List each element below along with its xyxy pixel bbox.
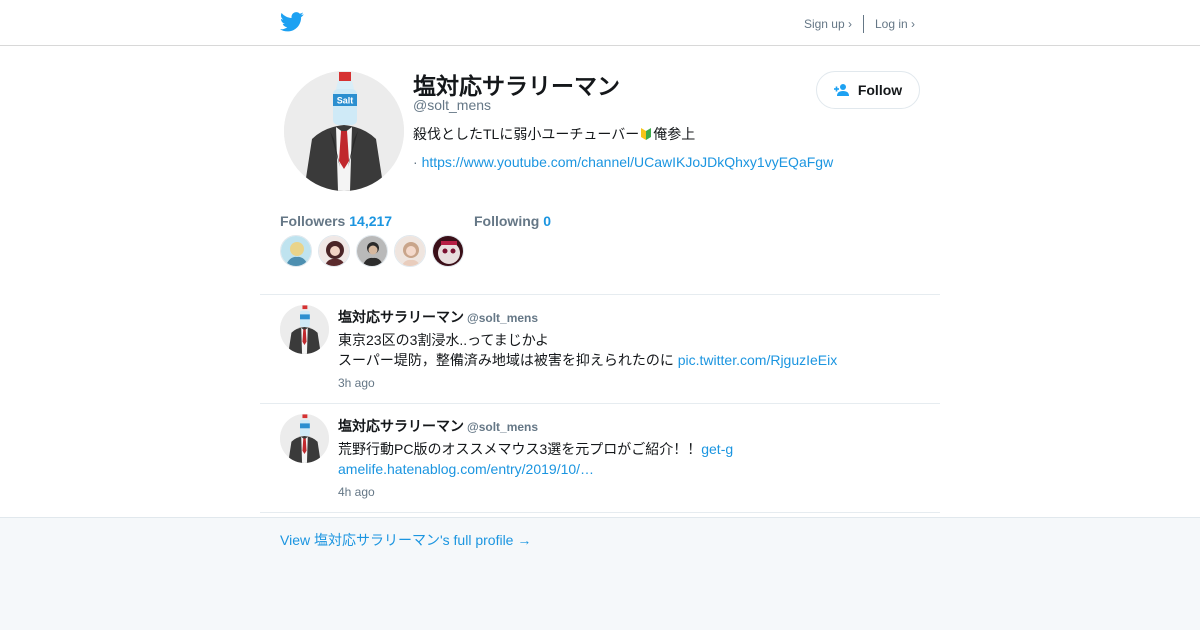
- url-bullet: ·: [413, 154, 418, 170]
- tweet-author-handle: @solt_mens: [467, 420, 539, 434]
- tweet-avatar[interactable]: [280, 305, 329, 354]
- top-bar: Sign up › Log in ›: [0, 0, 1200, 46]
- follower-avatars: [280, 235, 464, 267]
- follow-button[interactable]: Follow: [816, 71, 920, 109]
- auth-links: Sign up › Log in ›: [804, 15, 915, 33]
- followers-count: 14,217: [349, 213, 393, 229]
- tweet-text: 東京23区の3割浸水..ってまじかよ スーパー堤防，整備済み地域は被害を抑えられ…: [338, 330, 858, 370]
- profile-url-link[interactable]: https://www.youtube.com/channel/UCawIKJo…: [422, 154, 834, 170]
- tweet-text-line: スーパー堤防，整備済み地域は被害を抑えられたのに: [338, 352, 678, 368]
- view-full-profile-link[interactable]: View 塩対応サラリーマン's full profile →: [280, 530, 531, 550]
- bio-text-end: 俺参上: [653, 126, 696, 142]
- following-stat[interactable]: Following 0: [474, 213, 551, 229]
- tweet-timestamp[interactable]: 3h ago: [338, 376, 375, 390]
- profile-url-row: · https://www.youtube.com/channel/UCawIK…: [413, 154, 833, 170]
- following-count: 0: [543, 213, 552, 229]
- follower-avatar[interactable]: [356, 235, 388, 267]
- footer: View 塩対応サラリーマン's full profile →: [0, 517, 1200, 630]
- profile-handle: @solt_mens: [413, 97, 492, 113]
- profile-bio: 殺伐としたTLに弱小ユーチューバー 俺参上: [413, 124, 695, 144]
- tweet-text: 荒野行動PC版のオススメマウス3選を元プロがご紹介！！get-gamelife.…: [338, 439, 738, 479]
- follower-avatar[interactable]: [318, 235, 350, 267]
- tweet-author[interactable]: 塩対応サラリーマン @solt_mens: [338, 307, 538, 327]
- follower-avatar[interactable]: [432, 235, 464, 267]
- login-link[interactable]: Log in ›: [875, 17, 915, 31]
- tweet-author-name: 塩対応サラリーマン: [338, 309, 464, 325]
- profile-name: 塩対応サラリーマン: [413, 73, 620, 99]
- followers-label: Followers: [280, 213, 346, 229]
- tweet-author[interactable]: 塩対応サラリーマン @solt_mens: [338, 416, 538, 436]
- tweet-text-line: 東京23区の3割浸水..ってまじかよ: [338, 332, 550, 348]
- tweet-avatar[interactable]: [280, 414, 329, 463]
- add-user-icon: [833, 84, 849, 96]
- tweet-author-handle: @solt_mens: [467, 311, 539, 325]
- tweet-media-link[interactable]: pic.twitter.com/RjguzIeEix: [678, 352, 838, 368]
- tweet-item[interactable]: 塩対応サラリーマン @solt_mens 荒野行動PC版のオススメマウス3選を元プ…: [260, 404, 940, 513]
- bottle-label: Salt: [337, 96, 354, 106]
- twitter-bird-icon[interactable]: [280, 11, 304, 33]
- tweet-list: 塩対応サラリーマン @solt_mens 東京23区の3割浸水..ってまじかよ ス…: [260, 294, 940, 513]
- signup-link[interactable]: Sign up ›: [804, 17, 852, 31]
- followers-stat[interactable]: Followers 14,217: [280, 213, 392, 229]
- profile-avatar[interactable]: Salt: [284, 71, 404, 191]
- tweet-text-line: 荒野行動PC版のオススメマウス3選を元プロがご紹介！！: [338, 441, 702, 457]
- beginner-mark-icon: [641, 128, 652, 140]
- tweet-author-name: 塩対応サラリーマン: [338, 418, 464, 434]
- profile-section: Salt 塩対応サラリーマン @solt_mens 殺伐としたTLに弱小ユーチュ…: [0, 46, 1200, 294]
- divider: [862, 15, 864, 33]
- follow-button-label: Follow: [857, 82, 903, 98]
- tweet-timestamp[interactable]: 4h ago: [338, 485, 375, 499]
- bio-text: 殺伐としたTLに弱小ユーチューバー: [413, 126, 640, 142]
- follower-avatar[interactable]: [280, 235, 312, 267]
- following-label: Following: [474, 213, 540, 229]
- follower-avatar[interactable]: [394, 235, 426, 267]
- tweet-item[interactable]: 塩対応サラリーマン @solt_mens 東京23区の3割浸水..ってまじかよ ス…: [260, 295, 940, 404]
- suit-bottle-avatar-image: Salt: [284, 71, 404, 191]
